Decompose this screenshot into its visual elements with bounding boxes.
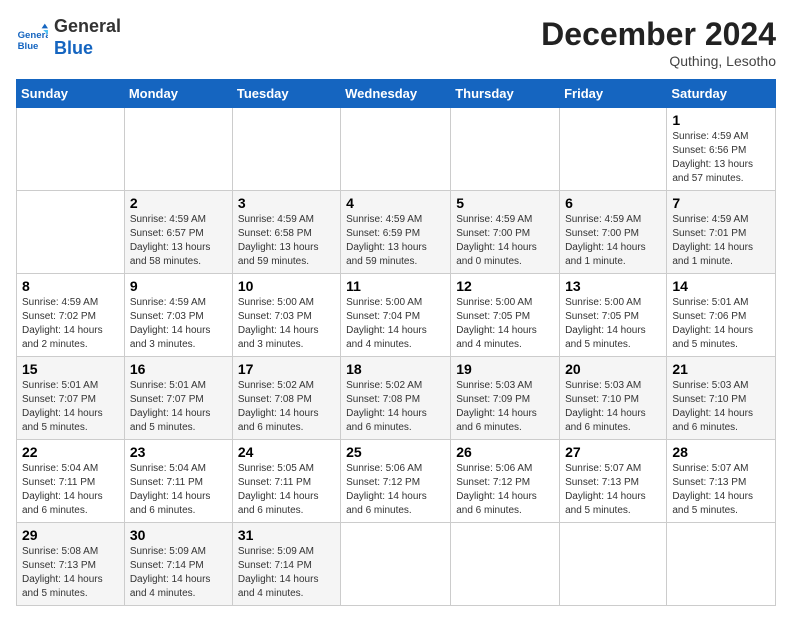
calendar-day-28: 28Sunrise: 5:07 AMSunset: 7:13 PMDayligh… — [667, 440, 776, 523]
weekday-header-thursday: Thursday — [451, 80, 560, 108]
calendar-day-4: 4Sunrise: 4:59 AMSunset: 6:59 PMDaylight… — [341, 191, 451, 274]
header: General Blue General Blue December 2024 … — [16, 16, 776, 69]
calendar-day-10: 10Sunrise: 5:00 AMSunset: 7:03 PMDayligh… — [232, 274, 340, 357]
calendar-week-3: 15Sunrise: 5:01 AMSunset: 7:07 PMDayligh… — [17, 357, 776, 440]
weekday-header-friday: Friday — [560, 80, 667, 108]
calendar-day-17: 17Sunrise: 5:02 AMSunset: 7:08 PMDayligh… — [232, 357, 340, 440]
calendar-day-31: 31Sunrise: 5:09 AMSunset: 7:14 PMDayligh… — [232, 523, 340, 606]
calendar-day-9: 9Sunrise: 4:59 AMSunset: 7:03 PMDaylight… — [124, 274, 232, 357]
calendar-day-30: 30Sunrise: 5:09 AMSunset: 7:14 PMDayligh… — [124, 523, 232, 606]
calendar-day-5: 5Sunrise: 4:59 AMSunset: 7:00 PMDaylight… — [451, 191, 560, 274]
calendar-day-26: 26Sunrise: 5:06 AMSunset: 7:12 PMDayligh… — [451, 440, 560, 523]
empty-cell — [341, 523, 451, 606]
svg-text:General: General — [18, 30, 48, 41]
calendar-day-29: 29Sunrise: 5:08 AMSunset: 7:13 PMDayligh… — [17, 523, 125, 606]
calendar-day-23: 23Sunrise: 5:04 AMSunset: 7:11 PMDayligh… — [124, 440, 232, 523]
calendar-week-1: 2Sunrise: 4:59 AMSunset: 6:57 PMDaylight… — [17, 191, 776, 274]
calendar-day-21: 21Sunrise: 5:03 AMSunset: 7:10 PMDayligh… — [667, 357, 776, 440]
calendar-table: SundayMondayTuesdayWednesdayThursdayFrid… — [16, 79, 776, 606]
calendar-day-2: 2Sunrise: 4:59 AMSunset: 6:57 PMDaylight… — [124, 191, 232, 274]
title-area: December 2024 Quthing, Lesotho — [541, 16, 776, 69]
empty-cell — [232, 108, 340, 191]
calendar-day-18: 18Sunrise: 5:02 AMSunset: 7:08 PMDayligh… — [341, 357, 451, 440]
weekday-header-tuesday: Tuesday — [232, 80, 340, 108]
empty-cell — [451, 523, 560, 606]
logo-icon: General Blue — [16, 22, 48, 54]
month-title: December 2024 — [541, 16, 776, 53]
logo: General Blue General Blue — [16, 16, 121, 59]
calendar-day-11: 11Sunrise: 5:00 AMSunset: 7:04 PMDayligh… — [341, 274, 451, 357]
weekday-header-saturday: Saturday — [667, 80, 776, 108]
calendar-week-4: 22Sunrise: 5:04 AMSunset: 7:11 PMDayligh… — [17, 440, 776, 523]
calendar-day-20: 20Sunrise: 5:03 AMSunset: 7:10 PMDayligh… — [560, 357, 667, 440]
calendar-day-24: 24Sunrise: 5:05 AMSunset: 7:11 PMDayligh… — [232, 440, 340, 523]
calendar-day-16: 16Sunrise: 5:01 AMSunset: 7:07 PMDayligh… — [124, 357, 232, 440]
empty-cell — [341, 108, 451, 191]
empty-cell — [17, 108, 125, 191]
empty-cell — [124, 108, 232, 191]
calendar-day-27: 27Sunrise: 5:07 AMSunset: 7:13 PMDayligh… — [560, 440, 667, 523]
calendar-day-1: 1Sunrise: 4:59 AMSunset: 6:56 PMDaylight… — [667, 108, 776, 191]
calendar-day-14: 14Sunrise: 5:01 AMSunset: 7:06 PMDayligh… — [667, 274, 776, 357]
calendar-day-3: 3Sunrise: 4:59 AMSunset: 6:58 PMDaylight… — [232, 191, 340, 274]
calendar-day-15: 15Sunrise: 5:01 AMSunset: 7:07 PMDayligh… — [17, 357, 125, 440]
calendar-day-7: 7Sunrise: 4:59 AMSunset: 7:01 PMDaylight… — [667, 191, 776, 274]
empty-cell — [667, 523, 776, 606]
weekday-header-sunday: Sunday — [17, 80, 125, 108]
empty-cell — [451, 108, 560, 191]
empty-cell — [17, 191, 125, 274]
calendar-day-22: 22Sunrise: 5:04 AMSunset: 7:11 PMDayligh… — [17, 440, 125, 523]
logo-text: General Blue — [54, 16, 121, 59]
calendar-week-2: 8Sunrise: 4:59 AMSunset: 7:02 PMDaylight… — [17, 274, 776, 357]
location-subtitle: Quthing, Lesotho — [541, 53, 776, 69]
calendar-day-19: 19Sunrise: 5:03 AMSunset: 7:09 PMDayligh… — [451, 357, 560, 440]
calendar-week-5: 29Sunrise: 5:08 AMSunset: 7:13 PMDayligh… — [17, 523, 776, 606]
weekday-header-monday: Monday — [124, 80, 232, 108]
calendar-week-0: 1Sunrise: 4:59 AMSunset: 6:56 PMDaylight… — [17, 108, 776, 191]
empty-cell — [560, 523, 667, 606]
weekday-header-row: SundayMondayTuesdayWednesdayThursdayFrid… — [17, 80, 776, 108]
calendar-day-12: 12Sunrise: 5:00 AMSunset: 7:05 PMDayligh… — [451, 274, 560, 357]
calendar-day-8: 8Sunrise: 4:59 AMSunset: 7:02 PMDaylight… — [17, 274, 125, 357]
weekday-header-wednesday: Wednesday — [341, 80, 451, 108]
calendar-day-13: 13Sunrise: 5:00 AMSunset: 7:05 PMDayligh… — [560, 274, 667, 357]
calendar-day-25: 25Sunrise: 5:06 AMSunset: 7:12 PMDayligh… — [341, 440, 451, 523]
svg-text:Blue: Blue — [18, 41, 39, 52]
empty-cell — [560, 108, 667, 191]
calendar-day-6: 6Sunrise: 4:59 AMSunset: 7:00 PMDaylight… — [560, 191, 667, 274]
